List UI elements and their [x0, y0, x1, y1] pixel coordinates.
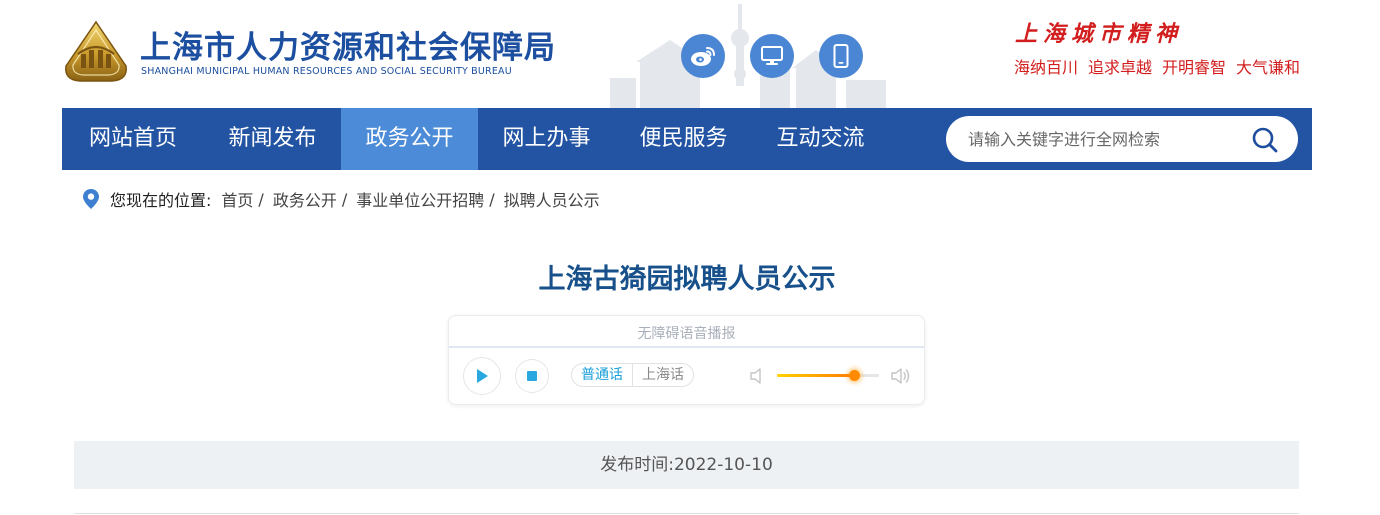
bureau-name-en: SHANGHAI MUNICIPAL HUMAN RESOURCES AND S… — [141, 66, 512, 77]
volume-slider[interactable] — [777, 370, 879, 381]
weibo-icon — [691, 47, 715, 66]
volume-slider-handle[interactable] — [848, 370, 860, 381]
site-header: 上海市人力资源和社会保障局 SHANGHAI MUNICIPAL HUMAN R… — [0, 0, 1380, 108]
breadcrumb-link-recruitment[interactable]: 事业单位公开招聘 — [356, 187, 484, 211]
nav-item-news[interactable]: 新闻发布 — [204, 108, 341, 170]
mobile-site-button[interactable] — [819, 34, 863, 78]
breadcrumb-link-gov-affairs[interactable]: 政务公开 — [273, 187, 337, 211]
publish-time-bar: 发布时间:2022-10-10 — [74, 441, 1299, 489]
stop-button[interactable] — [515, 359, 549, 393]
breadcrumb: 您现在的位置: 首页 / 政务公开 / 事业单位公开招聘 / 拟聘人员公示 — [82, 187, 600, 211]
breadcrumb-current[interactable]: 拟聘人员公示 — [504, 187, 600, 211]
nav-item-interaction[interactable]: 互动交流 — [752, 108, 889, 170]
search-input[interactable] — [968, 116, 1248, 162]
spirit-motto: 大气谦和 — [1236, 58, 1301, 77]
dialect-option-shanghainese[interactable]: 上海话 — [632, 364, 693, 386]
breadcrumb-separator: / — [341, 189, 348, 209]
play-icon — [477, 369, 488, 383]
play-button[interactable] — [463, 357, 501, 395]
search-box — [946, 116, 1298, 162]
dialect-toggle: 普通话 上海话 — [571, 363, 694, 387]
accessibility-audio-player: 无障碍语音播报 普通话 上海话 — [448, 315, 925, 405]
volume-slider-fill — [777, 374, 854, 377]
player-progress-track[interactable] — [449, 346, 924, 348]
spirit-motto: 海纳百川 — [1014, 58, 1079, 77]
weibo-button[interactable] — [681, 34, 725, 78]
bureau-emblem-logo[interactable] — [62, 20, 130, 84]
nav-item-home[interactable]: 网站首页 — [62, 108, 204, 170]
nav-item-online-services[interactable]: 网上办事 — [478, 108, 615, 170]
volume-high-icon[interactable] — [890, 365, 912, 387]
dialect-option-mandarin[interactable]: 普通话 — [572, 364, 632, 386]
search-icon[interactable] — [1251, 126, 1279, 154]
player-title: 无障碍语音播报 — [637, 326, 736, 342]
breadcrumb-prefix: 您现在的位置: — [110, 191, 212, 210]
main-nav: 网站首页 新闻发布 政务公开 网上办事 便民服务 互动交流 — [62, 108, 1312, 170]
location-pin-icon — [83, 189, 99, 209]
mobile-icon — [833, 44, 849, 68]
nav-item-gov-affairs[interactable]: 政务公开 — [341, 108, 478, 170]
bureau-name-cn[interactable]: 上海市人力资源和社会保障局 — [140, 22, 556, 67]
nav-item-public-services[interactable]: 便民服务 — [615, 108, 752, 170]
city-spirit-title: 上海城市精神 — [1015, 21, 1184, 47]
breadcrumb-separator: / — [489, 189, 495, 209]
stop-icon — [527, 371, 537, 381]
breadcrumb-link-home[interactable]: 首页 — [221, 187, 253, 211]
publish-time: 发布时间:2022-10-10 — [600, 455, 773, 475]
breadcrumb-separator: / — [258, 189, 264, 209]
volume-low-icon[interactable] — [749, 366, 767, 386]
city-spirit-mottos: 海纳百川 追求卓越 开明睿智 大气谦和 — [1014, 54, 1310, 78]
spirit-motto: 开明睿智 — [1162, 58, 1227, 77]
article-title: 上海古猗园拟聘人员公示 — [538, 264, 836, 295]
desktop-site-button[interactable] — [750, 34, 794, 78]
spirit-motto: 追求卓越 — [1088, 58, 1153, 77]
content-divider — [74, 513, 1299, 514]
desktop-icon — [761, 46, 783, 65]
